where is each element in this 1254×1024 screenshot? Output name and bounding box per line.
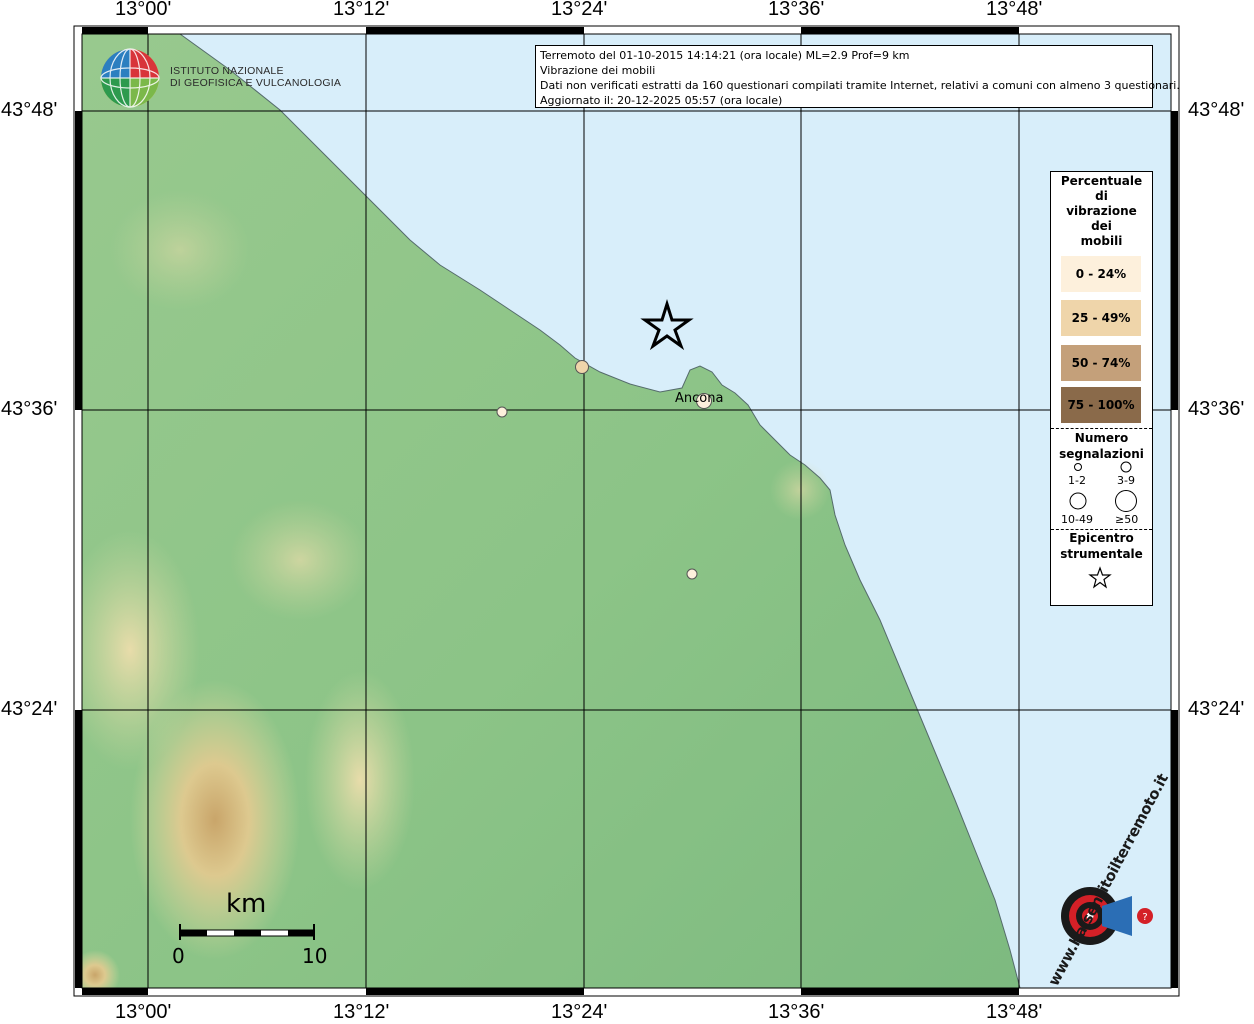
legend-epicenter-line: strumentale	[1060, 547, 1143, 561]
legend-title: Percentuale di vibrazione dei mobili	[1051, 172, 1152, 249]
count-label: 3-9	[1117, 474, 1135, 487]
event-updated: Aggiornato il: 20-12-2025 05:57 (ora loc…	[540, 94, 783, 107]
count-label: 10-49	[1061, 513, 1093, 526]
lon-label: 13°48'	[986, 1001, 1043, 1023]
relief	[230, 500, 370, 620]
lat-label: 43°24'	[1, 698, 58, 720]
legend-divider	[1051, 428, 1152, 429]
lon-label: 13°36'	[768, 1001, 825, 1023]
legend-title-line: di	[1095, 189, 1108, 203]
scale-min: 0	[172, 944, 185, 968]
city-label: Ancona	[675, 391, 724, 406]
count-circle-icon	[1115, 490, 1137, 512]
ingv-globe-icon	[100, 48, 160, 108]
legend-title-line: dei	[1091, 219, 1112, 233]
lat-label: 43°24'	[1188, 698, 1245, 720]
svg-text:?: ?	[1142, 912, 1147, 923]
legend-class-2: 50 - 74%	[1061, 345, 1141, 381]
ingv-logo-text: ISTITUTO NAZIONALE DI GEOFISICA E VULCAN…	[170, 65, 341, 89]
legend-class-0: 0 - 24%	[1061, 256, 1141, 292]
legend-count-title-line: Numero	[1074, 431, 1129, 445]
lat-label: 43°36'	[1188, 398, 1245, 420]
event-info-box: Terremoto del 01-10-2015 14:14:21 (ora l…	[535, 45, 1180, 108]
lon-label: 13°00'	[115, 1001, 172, 1023]
lat-label: 43°48'	[1, 99, 58, 121]
legend-class-3: 75 - 100%	[1061, 387, 1141, 423]
legend-epicenter-line: Epicentro	[1069, 531, 1134, 545]
lon-label: 13°00'	[115, 0, 172, 20]
lon-label: 13°12'	[333, 1001, 390, 1023]
legend-title-line: vibrazione	[1066, 204, 1137, 218]
count-label: ≥50	[1115, 513, 1139, 526]
lon-label: 13°48'	[986, 0, 1043, 20]
lon-label: 13°24'	[551, 1001, 608, 1023]
ingv-logo-line: ISTITUTO NAZIONALE	[170, 65, 284, 77]
lon-label: 13°24'	[551, 0, 608, 20]
legend-title-line: Percentuale	[1060, 174, 1143, 188]
event-note: Dati non verificati estratti da 160 ques…	[540, 79, 1180, 92]
count-label: 1-2	[1068, 474, 1086, 487]
relief	[305, 670, 415, 890]
legend-epicenter-title: Epicentro strumentale	[1051, 530, 1152, 562]
lon-label: 13°12'	[333, 0, 390, 20]
observation-point[interactable]	[686, 568, 698, 580]
lon-label: 13°36'	[768, 0, 825, 20]
event-subtitle: Vibrazione dei mobili	[540, 64, 656, 77]
relief	[110, 190, 250, 310]
lat-label: 43°48'	[1188, 99, 1245, 121]
legend: Percentuale di vibrazione dei mobili 0 -…	[1050, 171, 1153, 606]
legend-class-1: 25 - 49%	[1061, 300, 1141, 336]
scale-max: 10	[302, 944, 328, 968]
scale-title: km	[226, 889, 267, 919]
count-circle-icon	[1074, 463, 1082, 471]
observation-point[interactable]	[496, 406, 508, 418]
ingv-logo-line: DI GEOFISICA E VULCANOLOGIA	[170, 77, 342, 89]
legend-epicenter-star-icon	[1088, 566, 1112, 589]
event-title: Terremoto del 01-10-2015 14:14:21 (ora l…	[540, 49, 910, 62]
count-circle-icon	[1120, 461, 1132, 473]
relief	[770, 460, 830, 520]
observation-point[interactable]	[575, 360, 589, 374]
legend-title-line: mobili	[1080, 234, 1123, 248]
lat-label: 43°36'	[1, 398, 58, 420]
count-circle-icon	[1069, 492, 1087, 510]
